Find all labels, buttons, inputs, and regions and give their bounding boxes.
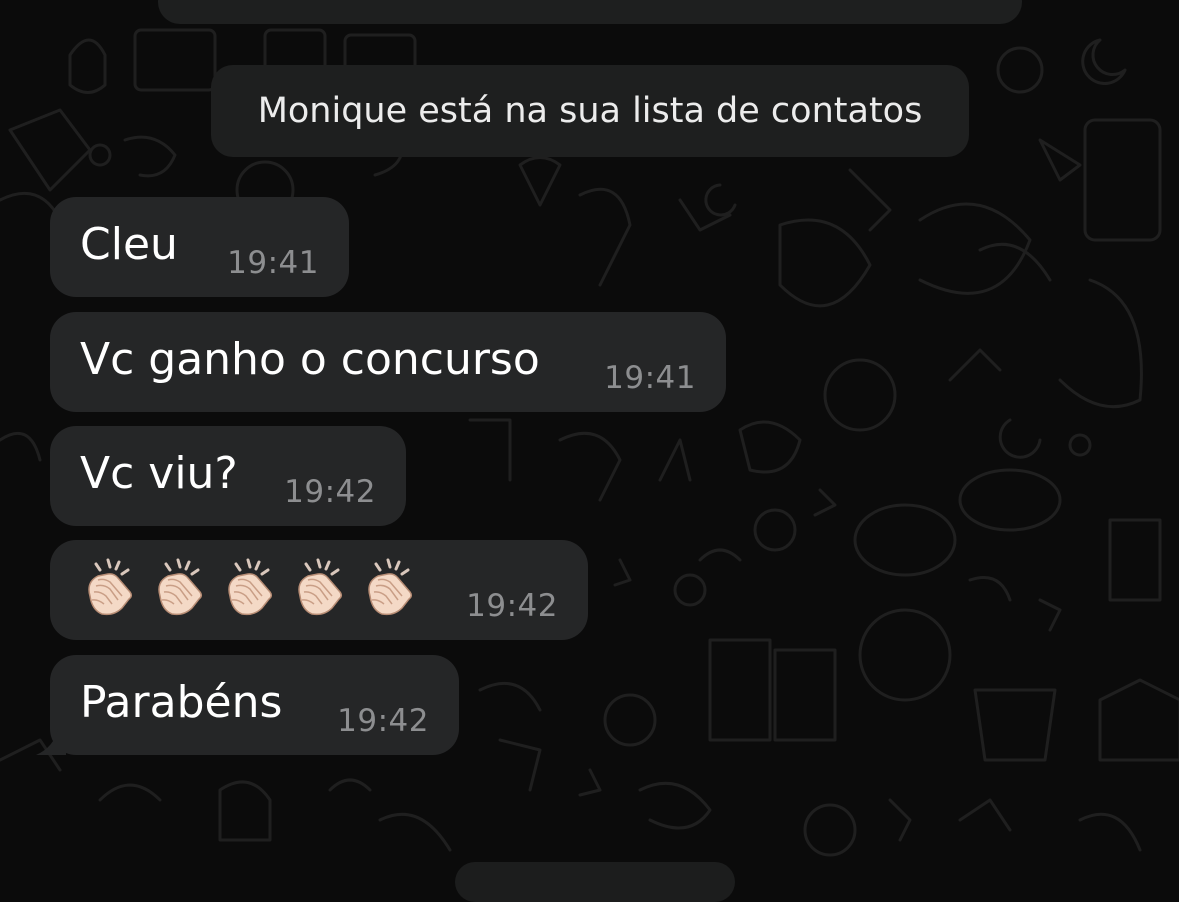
clapping-hands-icon: [298, 558, 343, 616]
message-bubble[interactable]: Cleu 19:41: [50, 197, 349, 297]
contact-notice-text: Monique está na sua lista de contatos: [257, 91, 923, 131]
emoji-row: [78, 556, 422, 620]
message-text: Vc ganho o concurso: [80, 334, 540, 385]
clapping-hands-icon: [88, 558, 133, 616]
message-bubble[interactable]: Vc viu? 19:42: [50, 426, 406, 526]
clapping-hands-icon: [368, 558, 413, 616]
message-bubble[interactable]: 19:42: [50, 540, 588, 640]
message-timestamp: 19:42: [284, 474, 376, 510]
clapping-hands-icon: [158, 558, 203, 616]
message-timestamp: 19:41: [227, 245, 319, 281]
clapping-hands-icon: [228, 558, 273, 616]
message-timestamp: 19:42: [337, 703, 429, 739]
message-text: Cleu: [80, 219, 178, 270]
next-message-edge: [455, 862, 735, 902]
bubble-tail: [36, 729, 66, 755]
message-text: Vc viu?: [80, 448, 238, 499]
message-timestamp: 19:41: [604, 360, 696, 396]
message-text: Parabéns: [80, 677, 283, 728]
contact-notice: Monique está na sua lista de contatos: [211, 65, 969, 157]
message-bubble[interactable]: Parabéns 19:42: [36, 655, 459, 755]
message-bubble[interactable]: Vc ganho o concurso 19:41: [50, 312, 726, 412]
previous-message-edge: [158, 0, 1022, 24]
message-timestamp: 19:42: [466, 588, 558, 624]
